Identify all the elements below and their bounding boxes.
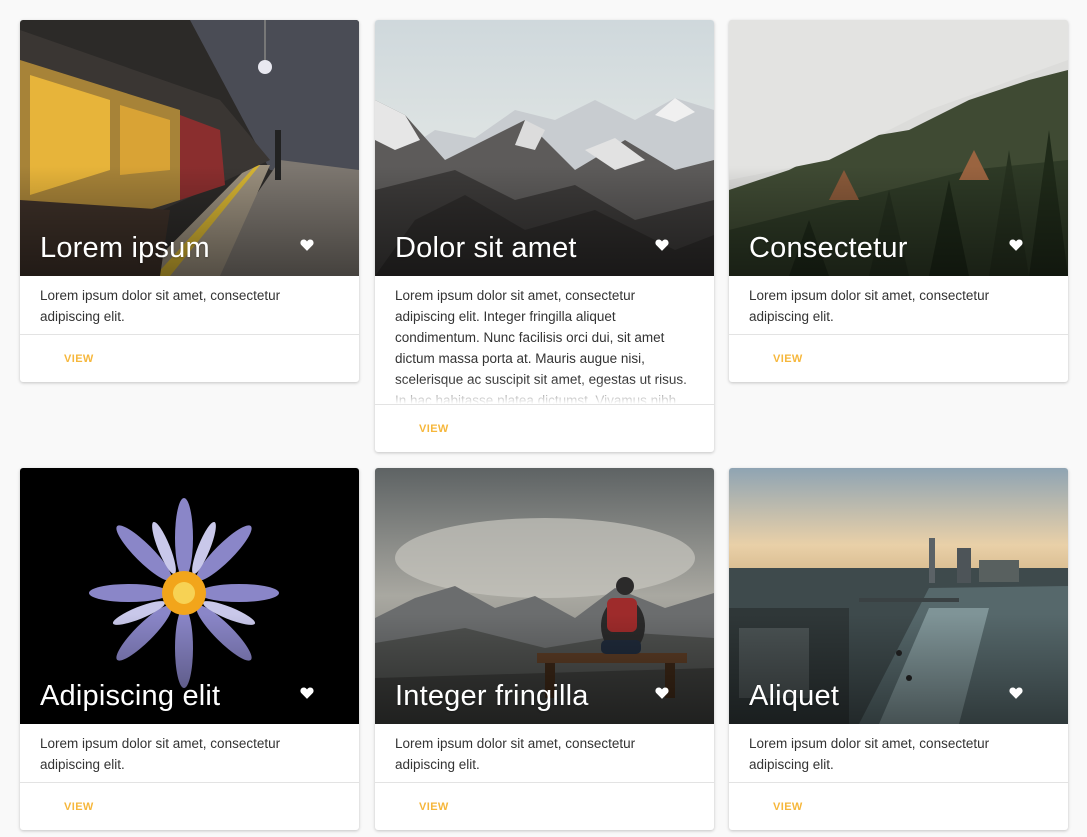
view-button[interactable]: VIEW [419,423,449,435]
card-media: Aliquet [729,468,1068,724]
card-adipiscing-elit: Adipiscing elit Lorem ipsum dolor sit am… [20,468,359,830]
card-dolor-sit-amet: Dolor sit amet Lorem ipsum dolor sit ame… [375,20,714,452]
view-button[interactable]: VIEW [773,353,803,365]
card-description: Lorem ipsum dolor sit amet, consectetur … [40,288,281,324]
card-description: Lorem ipsum dolor sit amet, consectetur … [749,288,990,324]
card-media: Dolor sit amet [375,20,714,276]
card-media: Integer fringilla [375,468,714,724]
card-media: Consectetur [729,20,1068,276]
card-media: Adipiscing elit [20,468,359,724]
card-media: Lorem ipsum [20,20,359,276]
heart-icon[interactable] [655,686,669,700]
card-aliquet: Aliquet Lorem ipsum dolor sit amet, cons… [729,468,1068,830]
heart-icon[interactable] [1009,238,1023,252]
card-description: Lorem ipsum dolor sit amet, consectetur … [375,276,714,404]
heart-icon[interactable] [655,238,669,252]
card-integer-fringilla: Integer fringilla Lorem ipsum dolor sit … [375,468,714,830]
card-actions: VIEW [729,334,1068,382]
view-button[interactable]: VIEW [64,801,94,813]
view-button[interactable]: VIEW [419,801,449,813]
card-title: Integer fringilla [395,680,589,712]
card-actions: VIEW [20,334,359,382]
view-button[interactable]: VIEW [773,801,803,813]
card-actions: VIEW [729,782,1068,830]
card-consectetur: Consectetur Lorem ipsum dolor sit amet, … [729,20,1068,382]
heart-icon[interactable] [300,686,314,700]
card-description: Lorem ipsum dolor sit amet, consectetur … [40,736,281,772]
view-button[interactable]: VIEW [64,353,94,365]
card-description: Lorem ipsum dolor sit amet, consectetur … [395,736,636,772]
heart-icon[interactable] [300,238,314,252]
heart-icon[interactable] [1009,686,1023,700]
card-title: Adipiscing elit [40,680,221,712]
card-title: Lorem ipsum [40,232,210,264]
card-title: Dolor sit amet [395,232,577,264]
card-description: Lorem ipsum dolor sit amet, consectetur … [749,736,990,772]
card-actions: VIEW [375,404,714,452]
card-actions: VIEW [375,782,714,830]
card-lorem-ipsum: Lorem ipsum Lorem ipsum dolor sit amet, … [20,20,359,382]
card-actions: VIEW [20,782,359,830]
card-title: Aliquet [749,680,840,712]
card-title: Consectetur [749,232,908,264]
